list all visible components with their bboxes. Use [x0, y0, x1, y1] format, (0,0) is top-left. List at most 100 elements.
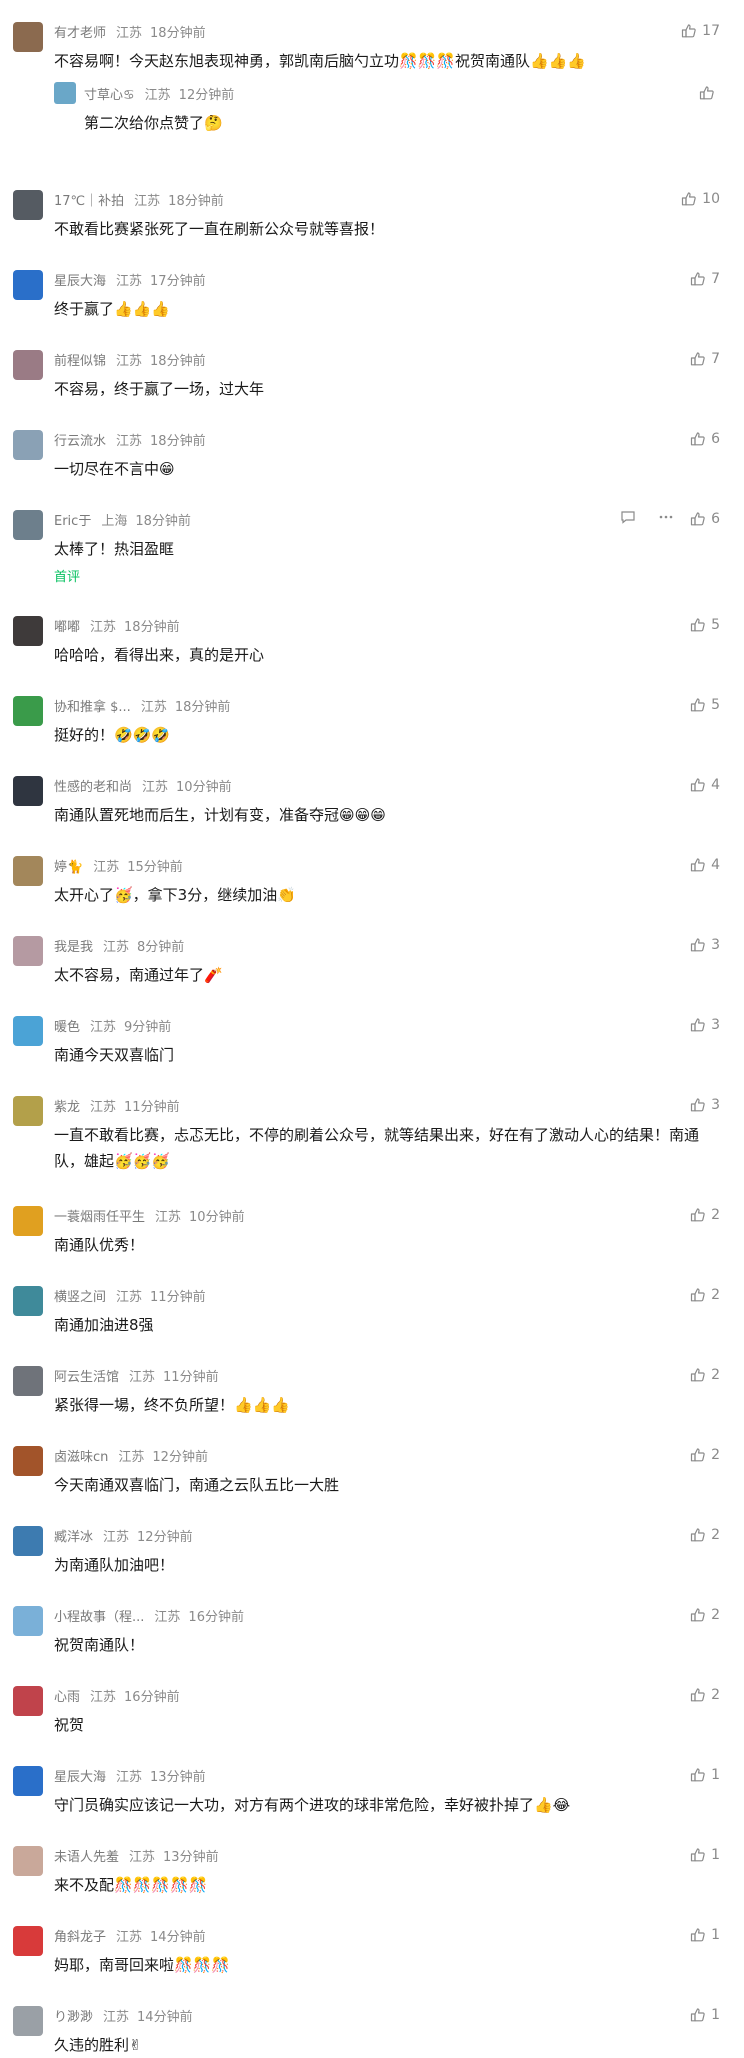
avatar[interactable] [13, 1926, 43, 1956]
like-button[interactable]: 2 [690, 1204, 720, 1226]
nickname[interactable]: 小程故事（程... [54, 1606, 144, 1625]
reply-icon[interactable] [620, 509, 636, 529]
nickname[interactable]: 前程似锦 [54, 350, 106, 369]
nickname[interactable]: 协和推拿 $... [54, 696, 131, 715]
like-button[interactable]: 2 [690, 1684, 720, 1706]
thumb-up-icon [690, 1927, 711, 1943]
comment-item: 小程故事（程... 江苏 16分钟前 2 祝贺南通队！ [0, 1604, 744, 1658]
nickname[interactable]: 一蓑烟雨任平生 [54, 1206, 145, 1225]
avatar[interactable] [13, 1766, 43, 1796]
avatar[interactable] [13, 1016, 43, 1046]
nickname[interactable]: 角斜龙子 [54, 1926, 106, 1945]
nickname[interactable]: 臧洋冰 [54, 1526, 93, 1545]
like-button[interactable]: 1 [690, 2004, 720, 2026]
avatar[interactable] [13, 1526, 43, 1556]
comment-item: 性感的老和尚 江苏 10分钟前 4 南通队置死地而后生，计划有变，准备夺冠😁😁😁 [0, 774, 744, 828]
avatar[interactable] [13, 1206, 43, 1236]
thumb-up-icon [690, 1367, 711, 1383]
like-button[interactable]: 10 [681, 188, 720, 210]
avatar[interactable] [13, 22, 43, 52]
comment-text: 太不容易，南通过年了🧨 [54, 966, 223, 984]
avatar[interactable] [13, 2006, 43, 2036]
like-button[interactable]: 4 [690, 854, 720, 876]
first-comment-tag: 首评 [54, 570, 81, 585]
like-button[interactable]: 17 [681, 20, 720, 42]
nickname[interactable]: 嘟嘟 [54, 616, 80, 635]
like-button[interactable]: 1 [690, 1924, 720, 1946]
avatar[interactable] [13, 776, 43, 806]
nickname[interactable]: 星辰大海 [54, 1766, 106, 1785]
comment-item: 卤滋味cn 江苏 12分钟前 2 今天南通双喜临门，南通之云队五比一大胜 [0, 1444, 744, 1498]
like-count: 3 [711, 1097, 720, 1113]
like-button[interactable]: 3 [690, 1094, 720, 1116]
nickname[interactable]: 性感的老和尚 [54, 776, 132, 795]
like-count: 2 [711, 1607, 720, 1623]
avatar[interactable] [13, 270, 43, 300]
avatar[interactable] [13, 1446, 43, 1476]
nickname[interactable]: 17℃｜补拍 [54, 190, 124, 209]
comment-meta: 星辰大海 江苏 13分钟前 [54, 1764, 720, 1786]
avatar[interactable] [13, 1366, 43, 1396]
avatar[interactable] [13, 1846, 43, 1876]
avatar[interactable] [13, 856, 43, 886]
like-button[interactable]: 2 [690, 1284, 720, 1306]
like-button[interactable]: 2 [690, 1524, 720, 1546]
timestamp: 13分钟前 [163, 1849, 219, 1865]
like-button[interactable]: 1 [690, 1764, 720, 1786]
comment-text: 久违的胜利✌ [54, 2036, 142, 2054]
reply-nickname[interactable]: 寸草心♋ [84, 84, 135, 103]
like-button[interactable]: 4 [690, 774, 720, 796]
comment-meta: 未语人先羞 江苏 13分钟前 [54, 1844, 720, 1866]
like-button[interactable]: 1 [690, 1844, 720, 1866]
nickname[interactable]: 阿云生活馆 [54, 1366, 119, 1385]
nickname[interactable]: 卤滋味cn [54, 1446, 108, 1465]
nickname[interactable]: 横竖之间 [54, 1286, 106, 1305]
timestamp: 16分钟前 [124, 1689, 180, 1705]
nickname[interactable]: 紫龙 [54, 1096, 80, 1115]
like-button[interactable]: 3 [690, 934, 720, 956]
avatar[interactable] [13, 696, 43, 726]
like-button[interactable]: 7 [690, 268, 720, 290]
thumb-up-icon [690, 617, 711, 633]
more-icon[interactable] [658, 509, 674, 529]
like-button[interactable]: 5 [690, 694, 720, 716]
like-button[interactable]: 6 [690, 508, 720, 530]
like-button[interactable]: 7 [690, 348, 720, 370]
like-button[interactable]: 3 [690, 1014, 720, 1036]
like-button[interactable]: 2 [690, 1444, 720, 1466]
avatar[interactable] [13, 1686, 43, 1716]
comment-item: Eric于 上海 18分钟前 6 太棒了！热泪盈眶 首评 [0, 508, 744, 585]
nickname[interactable]: 我是我 [54, 936, 93, 955]
comment-text: 祝贺南通队！ [54, 1636, 145, 1654]
like-button[interactable]: 2 [690, 1364, 720, 1386]
avatar[interactable] [13, 510, 43, 540]
avatar[interactable] [13, 616, 43, 646]
like-button[interactable]: 2 [690, 1604, 720, 1626]
thumb-up-icon [690, 1207, 711, 1223]
nickname[interactable]: 有才老师 [54, 22, 106, 41]
nickname[interactable]: Eric于 [54, 510, 91, 529]
location: 江苏 [116, 1289, 143, 1305]
avatar[interactable] [13, 430, 43, 460]
avatar[interactable] [13, 350, 43, 380]
avatar[interactable] [13, 936, 43, 966]
nickname[interactable]: 行云流水 [54, 430, 106, 449]
nickname[interactable]: 心雨 [54, 1686, 80, 1705]
thumb-up-icon [690, 271, 711, 287]
avatar[interactable] [13, 1096, 43, 1126]
like-button[interactable] [699, 82, 720, 104]
nickname[interactable]: 暖色 [54, 1016, 80, 1035]
like-button[interactable]: 5 [690, 614, 720, 636]
nickname[interactable]: 婷🐈 [54, 856, 83, 875]
avatar[interactable] [13, 190, 43, 220]
nickname[interactable]: 星辰大海 [54, 270, 106, 289]
avatar[interactable] [13, 1606, 43, 1636]
nickname[interactable]: 未语人先羞 [54, 1846, 119, 1865]
nickname[interactable]: り渺渺 [54, 2006, 93, 2025]
comment-text: 为南通队加油吧！ [54, 1556, 175, 1574]
reply-avatar[interactable] [54, 82, 76, 104]
timestamp: 8分钟前 [137, 939, 185, 955]
like-button[interactable]: 6 [690, 428, 720, 450]
avatar[interactable] [13, 1286, 43, 1316]
like-count: 2 [711, 1367, 720, 1383]
